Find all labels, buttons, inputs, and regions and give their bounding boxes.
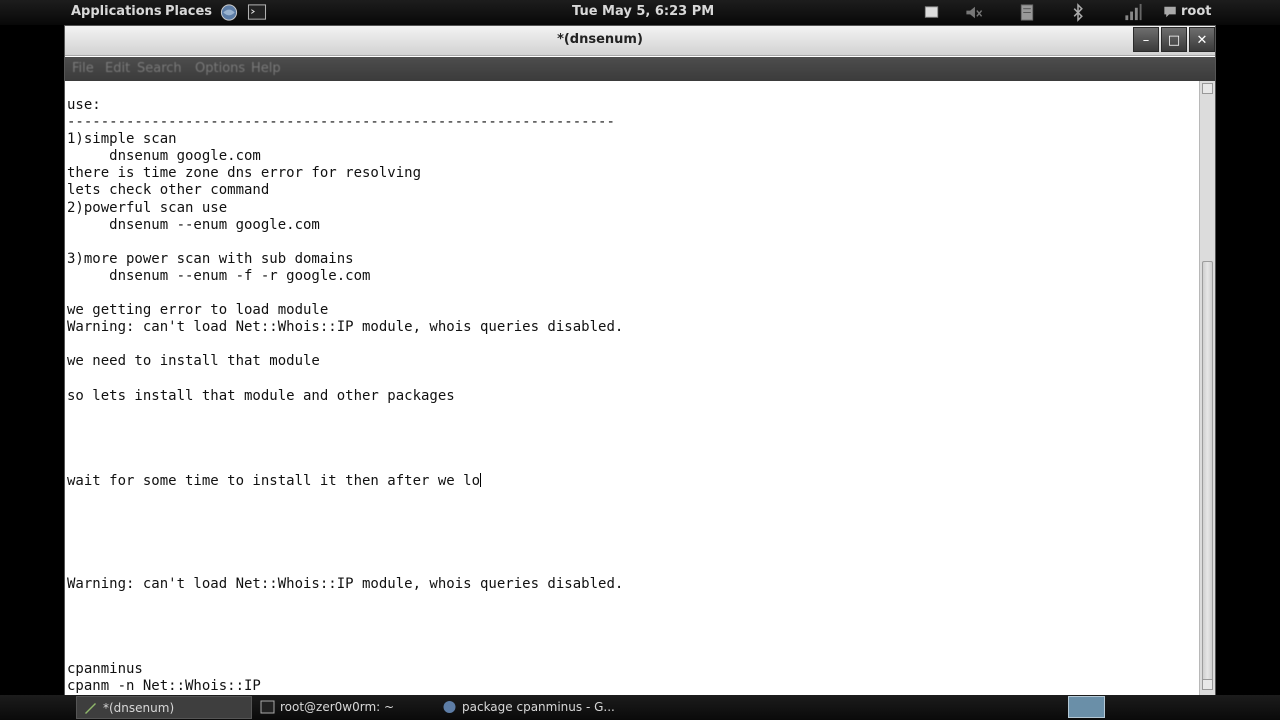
text-line — [67, 422, 623, 439]
text-line: wait for some time to install it then af… — [67, 473, 482, 490]
text-line: ----------------------------------------… — [67, 114, 615, 131]
text-content: use: ------------------------------------… — [67, 97, 623, 695]
text-area[interactable]: use: ------------------------------------… — [65, 81, 1199, 695]
task-label: root@zer0w0rm: ~ — [280, 700, 395, 714]
menu-file[interactable]: File — [72, 61, 94, 76]
clock[interactable]: Tue May 5, 6:23 PM — [572, 4, 714, 19]
text-line — [67, 644, 623, 661]
text-line: 3)more power scan with sub domains — [67, 250, 354, 267]
display-icon[interactable] — [922, 3, 942, 22]
text-line — [67, 627, 623, 644]
volume-muted-icon[interactable] — [964, 3, 984, 22]
terminal-launcher-icon[interactable] — [247, 3, 267, 22]
menu-options[interactable]: Options — [195, 61, 245, 76]
top-panel: Applications Places Tue May 5, 6:23 PM r… — [0, 0, 1280, 25]
task-browser[interactable]: package cpanminus - G... — [436, 696, 616, 719]
text-line: Warning: can't load Net::Whois::IP modul… — [67, 575, 624, 592]
menu-help[interactable]: Help — [251, 61, 281, 76]
browser-icon[interactable] — [219, 3, 239, 22]
text-line: 2)powerful scan use — [67, 199, 228, 216]
text-line: dnsenum --enum google.com — [67, 216, 320, 233]
user-menu[interactable]: root — [1181, 4, 1212, 19]
minimize-button[interactable]: – — [1133, 27, 1159, 52]
text-line: 1)simple scan — [67, 131, 177, 148]
text-line: we need to install that module — [67, 353, 320, 370]
text-line: dnsenum --enum -f -r google.com — [67, 267, 371, 284]
text-line — [67, 405, 623, 422]
task-editor[interactable]: *(dnsenum) — [76, 696, 252, 719]
text-line — [67, 610, 623, 627]
text-line: cpanm -n Net::Whois::IP — [67, 678, 261, 695]
text-line: lets check other command — [67, 182, 270, 199]
text-line — [67, 285, 623, 302]
menu-search[interactable]: Search — [137, 61, 182, 76]
browser-icon — [443, 701, 456, 713]
text-line — [67, 507, 623, 524]
scroll-up-arrow-icon[interactable] — [1202, 83, 1213, 94]
text-line: use: — [67, 97, 101, 113]
editor-window: *(dnsenum) – □ ✕ File Edit Search Option… — [64, 25, 1216, 695]
text-line: Warning: can't load Net::Whois::IP modul… — [67, 319, 624, 336]
window-titlebar[interactable]: *(dnsenum) – □ ✕ — [65, 26, 1215, 56]
text-line — [67, 524, 623, 541]
text-cursor — [480, 473, 482, 488]
task-label: *(dnsenum) — [103, 701, 175, 715]
text-line — [67, 456, 623, 473]
bottom-panel: *(dnsenum) root@zer0w0rm: ~ package cpan… — [0, 695, 1280, 720]
editor-icon — [85, 703, 96, 714]
text-line — [67, 234, 623, 251]
text-line: cpanminus — [67, 661, 143, 678]
text-line — [67, 593, 623, 610]
text-line — [67, 439, 623, 456]
workspace-switcher[interactable] — [1068, 696, 1105, 718]
close-button[interactable]: ✕ — [1189, 27, 1215, 52]
menu-edit[interactable]: Edit — [105, 61, 130, 76]
applications-menu[interactable]: Applications — [71, 4, 162, 19]
network-icon[interactable] — [1017, 3, 1037, 22]
text-line: there is time zone dns error for resolvi… — [67, 165, 422, 182]
places-menu[interactable]: Places — [165, 4, 212, 19]
text-line: we getting error to load module — [67, 302, 329, 319]
text-line: so lets install that module and other pa… — [67, 387, 455, 404]
window-title: *(dnsenum) — [557, 32, 643, 47]
task-terminal[interactable]: root@zer0w0rm: ~ — [254, 696, 434, 719]
text-line — [67, 490, 623, 507]
scroll-down-arrow-icon[interactable] — [1202, 679, 1213, 690]
signal-icon[interactable] — [1123, 3, 1143, 22]
task-label: package cpanminus - G... — [462, 700, 615, 714]
menubar: File Edit Search Options Help — [65, 57, 1215, 81]
text-line — [67, 541, 623, 558]
chat-icon[interactable] — [1161, 3, 1181, 22]
maximize-button[interactable]: □ — [1161, 27, 1187, 52]
text-line: dnsenum google.com — [67, 148, 261, 165]
text-line — [67, 336, 623, 353]
scroll-thumb[interactable] — [1202, 261, 1213, 686]
vertical-scrollbar[interactable] — [1199, 81, 1215, 695]
terminal-icon — [260, 700, 275, 714]
text-line — [67, 371, 623, 388]
text-line — [67, 559, 623, 576]
bluetooth-icon[interactable] — [1068, 3, 1088, 22]
